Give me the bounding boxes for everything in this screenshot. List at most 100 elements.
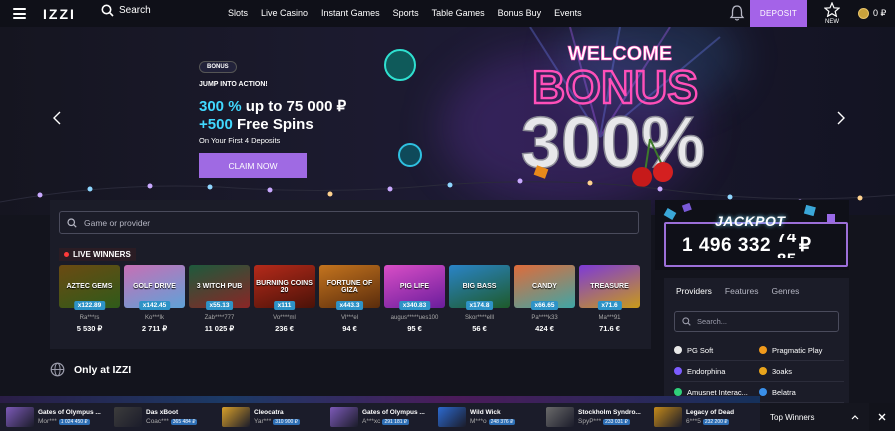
- game-title: AZTEC GEMS: [66, 283, 113, 290]
- ticker-user: Yar***: [254, 417, 272, 425]
- game-search-input[interactable]: Game or provider: [59, 211, 639, 234]
- tab-features[interactable]: Features: [725, 286, 759, 296]
- nav-events[interactable]: Events: [554, 8, 582, 18]
- claim-now-button[interactable]: CLAIM NOW: [199, 153, 307, 178]
- bell-icon[interactable]: [729, 4, 745, 22]
- balance-value: 0 ₽: [873, 8, 887, 18]
- provider-row: PG Soft Pragmatic Play: [674, 340, 844, 361]
- provider-item[interactable]: 3oaks: [759, 367, 844, 376]
- ticker-item[interactable]: Cleocatra Yar*** 310 900 ₽: [216, 403, 324, 431]
- win-amount: 71.6 €: [599, 324, 620, 333]
- ticker-item[interactable]: Das xBoot Coac*** 365 484 ₽: [108, 403, 216, 431]
- game-title: BURNING COINS 20: [256, 279, 313, 294]
- provider-logo-icon: [759, 367, 767, 375]
- menu-icon[interactable]: [13, 8, 26, 19]
- game-title: 3 WITCH PUB: [196, 283, 243, 290]
- nav-sports[interactable]: Sports: [393, 8, 419, 18]
- provider-item[interactable]: PG Soft: [674, 346, 759, 355]
- header-search[interactable]: Search: [101, 4, 151, 17]
- winner-username: Ma***91: [598, 315, 621, 321]
- ticker-user: SpyP***: [578, 417, 602, 425]
- winner-username: Zab****777: [204, 315, 235, 321]
- close-icon: [878, 413, 886, 421]
- provider-item[interactable]: Endorphina: [674, 367, 759, 376]
- winner-card[interactable]: 3 WITCH PUB x55.13 Zab****777 11 025 ₽: [189, 265, 250, 336]
- ticker-text: Gates of Olympus ... Mor*** 1 024 450 ₽: [38, 408, 101, 427]
- deposit-button[interactable]: DEPOSIT: [750, 0, 807, 27]
- live-winners-label: LIVE WINNERS: [59, 248, 136, 261]
- only-at-izzi-label: Only at IZZI: [74, 363, 132, 376]
- winner-username: Vl***el: [340, 315, 358, 321]
- nav-instant-games[interactable]: Instant Games: [321, 8, 380, 18]
- multiplier-badge: x55.13: [205, 301, 234, 310]
- nav-slots[interactable]: Slots: [228, 8, 248, 18]
- provider-logo-icon: [674, 367, 682, 375]
- top-winners-toggle[interactable]: Top Winners: [760, 403, 869, 431]
- balance[interactable]: 0 ₽: [858, 8, 886, 19]
- multiplier-badge: x66.65: [530, 301, 559, 310]
- ticker-text: Cleocatra Yar*** 310 900 ₽: [254, 408, 300, 427]
- game-title: GOLF DRIVE: [133, 283, 176, 290]
- bonus-badge: BONUS: [199, 61, 237, 73]
- win-amount: 95 €: [407, 324, 422, 333]
- ticker-user: A***xc: [362, 417, 381, 425]
- live-winners-list: AZTEC GEMS x122.89 Ra***rs 5 530 ₽ GOLF DRIV…: [59, 265, 640, 336]
- ticker-user: 6***5: [686, 417, 701, 425]
- game-title: BIG BASS: [462, 283, 497, 290]
- new-button[interactable]: NEW: [820, 1, 844, 25]
- jackpot-roll-bottom: 85: [777, 250, 797, 258]
- game-thumbnail[interactable]: [438, 407, 466, 427]
- winner-card[interactable]: TREASURE x71.6 Ma***91 71.6 €: [579, 265, 640, 336]
- game-thumbnail[interactable]: [114, 407, 142, 427]
- nav-live-casino[interactable]: Live Casino: [261, 8, 308, 18]
- ticker-amount: 310 900 ₽: [273, 418, 300, 425]
- ticker-game: Legacy of Dead: [686, 408, 735, 416]
- win-amount: 56 €: [472, 324, 487, 333]
- game-thumbnail[interactable]: [222, 407, 250, 427]
- star-icon: [823, 1, 841, 18]
- multiplier-badge: x142.45: [138, 301, 171, 310]
- ticker-item[interactable]: Wild Wick M***o 248 376 ₽: [432, 403, 540, 431]
- game-thumbnail[interactable]: [546, 407, 574, 427]
- ticker-text: Wild Wick M***o 248 376 ₽: [470, 408, 516, 427]
- promo-line-3: On Your First 4 Deposits: [199, 136, 281, 145]
- winner-card[interactable]: BURNING COINS 20 x111 Vo****ml 236 €: [254, 265, 315, 336]
- tab-genres[interactable]: Genres: [771, 286, 799, 296]
- ticker-item[interactable]: Stockholm Syndro... SpyP*** 233 031 ₽: [540, 403, 648, 431]
- win-amount: 236 €: [275, 324, 294, 333]
- site-logo[interactable]: IZZI: [43, 6, 76, 22]
- provider-item[interactable]: Pragmatic Play: [759, 346, 844, 355]
- provider-name: Belatra: [772, 387, 796, 397]
- winner-card[interactable]: GOLF DRIVE x142.45 Ko***Ik 2 711 ₽: [124, 265, 185, 336]
- nav-table-games[interactable]: Table Games: [432, 8, 485, 18]
- ticker-item[interactable]: Legacy of Dead 6***5 232 200 ₽: [648, 403, 756, 431]
- ticker-amount: 248 376 ₽: [488, 418, 516, 425]
- ticker-text: Das xBoot Coac*** 365 484 ₽: [146, 408, 198, 427]
- chevron-right-icon[interactable]: [836, 111, 846, 125]
- ticker-game: Gates of Olympus ...: [38, 408, 101, 416]
- winner-card[interactable]: FORTUNE OF GIZA x443.3 Vl***el 94 €: [319, 265, 380, 336]
- game-thumbnail[interactable]: [654, 407, 682, 427]
- game-thumbnail[interactable]: [330, 407, 358, 427]
- ticker-item[interactable]: Gates of Olympus ... Mor*** 1 024 450 ₽: [0, 403, 108, 431]
- winner-card[interactable]: BIG BASS x174.8 Skor****elll 56 €: [449, 265, 510, 336]
- game-thumbnail[interactable]: [6, 407, 34, 427]
- provider-search-input[interactable]: Search...: [674, 311, 839, 332]
- provider-list: PG Soft Pragmatic Play Endorphina 3oaks Amus…: [674, 340, 844, 403]
- ticker-user: Coac***: [146, 417, 169, 425]
- ticker-item[interactable]: Gates of Olympus ... A***xc 291 181 ₽: [324, 403, 432, 431]
- top-header: IZZI Search Slots Live Casino Instant Ga…: [0, 0, 895, 27]
- winner-card[interactable]: PIG LIFE x340.83 augus*****ues100 95 €: [384, 265, 445, 336]
- promo-line-2: +500 Free Spins: [199, 116, 314, 133]
- provider-item[interactable]: Belatra: [759, 388, 844, 397]
- nav-bonus-buy[interactable]: Bonus Buy: [498, 8, 542, 18]
- new-label: NEW: [825, 19, 839, 25]
- provider-logo-icon: [759, 388, 767, 396]
- close-ticker-button[interactable]: [869, 403, 895, 431]
- winner-card[interactable]: AZTEC GEMS x122.89 Ra***rs 5 530 ₽: [59, 265, 120, 336]
- provider-row: Endorphina 3oaks: [674, 361, 844, 382]
- promo-amount: up to 75 000 ₽: [241, 98, 347, 115]
- winner-card[interactable]: CANDY x66.65 Pa****k33 424 €: [514, 265, 575, 336]
- chevron-left-icon[interactable]: [52, 111, 62, 125]
- tab-providers[interactable]: Providers: [676, 286, 712, 296]
